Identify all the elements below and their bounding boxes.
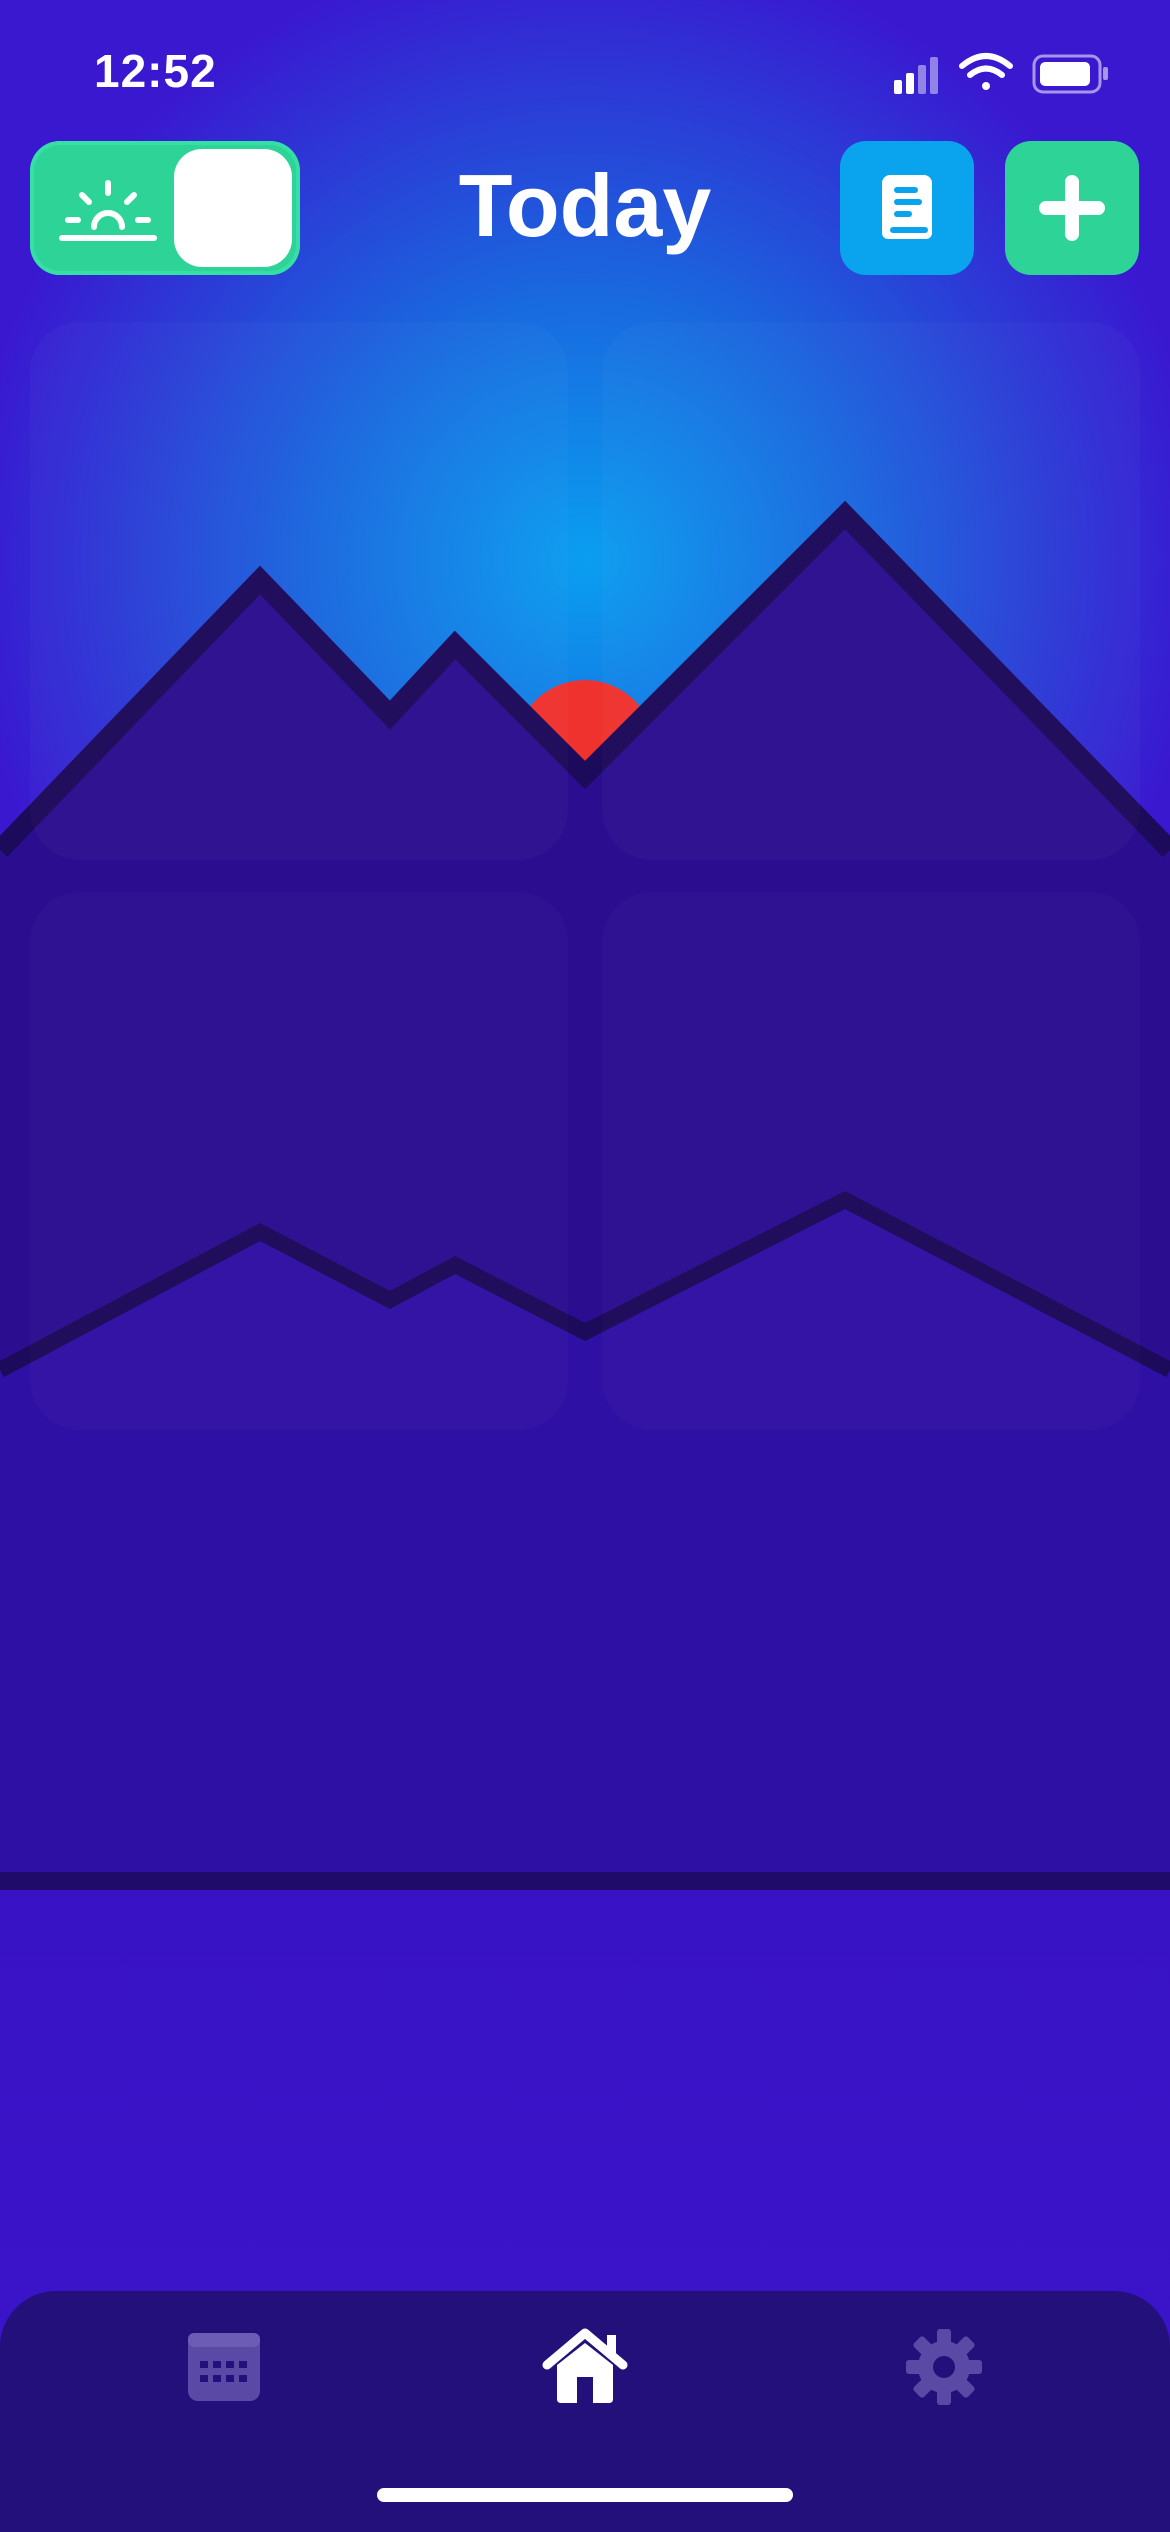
gear-icon[interactable] [896,2325,992,2409]
wifi-icon [959,53,1013,90]
plus-icon [1039,175,1105,241]
horizon-line [0,1872,1170,1890]
calendar-icon[interactable] [176,2325,272,2409]
card-3 [30,892,568,1430]
background-scene [0,0,1170,2532]
status-icons [894,53,1108,94]
toggle-knob [174,149,292,267]
journal-button[interactable] [840,141,974,275]
signal-icon [894,57,938,94]
sunrise-toggle[interactable] [30,141,300,275]
journal-book-icon [882,175,932,239]
card-1 [30,322,568,860]
status-time: 12:52 [94,45,217,97]
add-button[interactable] [1005,141,1139,275]
card-4 [602,892,1140,1430]
home-indicator [377,2488,793,2502]
battery-icon [1032,54,1108,94]
home-icon[interactable] [537,2325,633,2409]
card-2 [602,322,1140,860]
page-title: Today [458,156,712,255]
sunrise-icon [59,180,157,241]
